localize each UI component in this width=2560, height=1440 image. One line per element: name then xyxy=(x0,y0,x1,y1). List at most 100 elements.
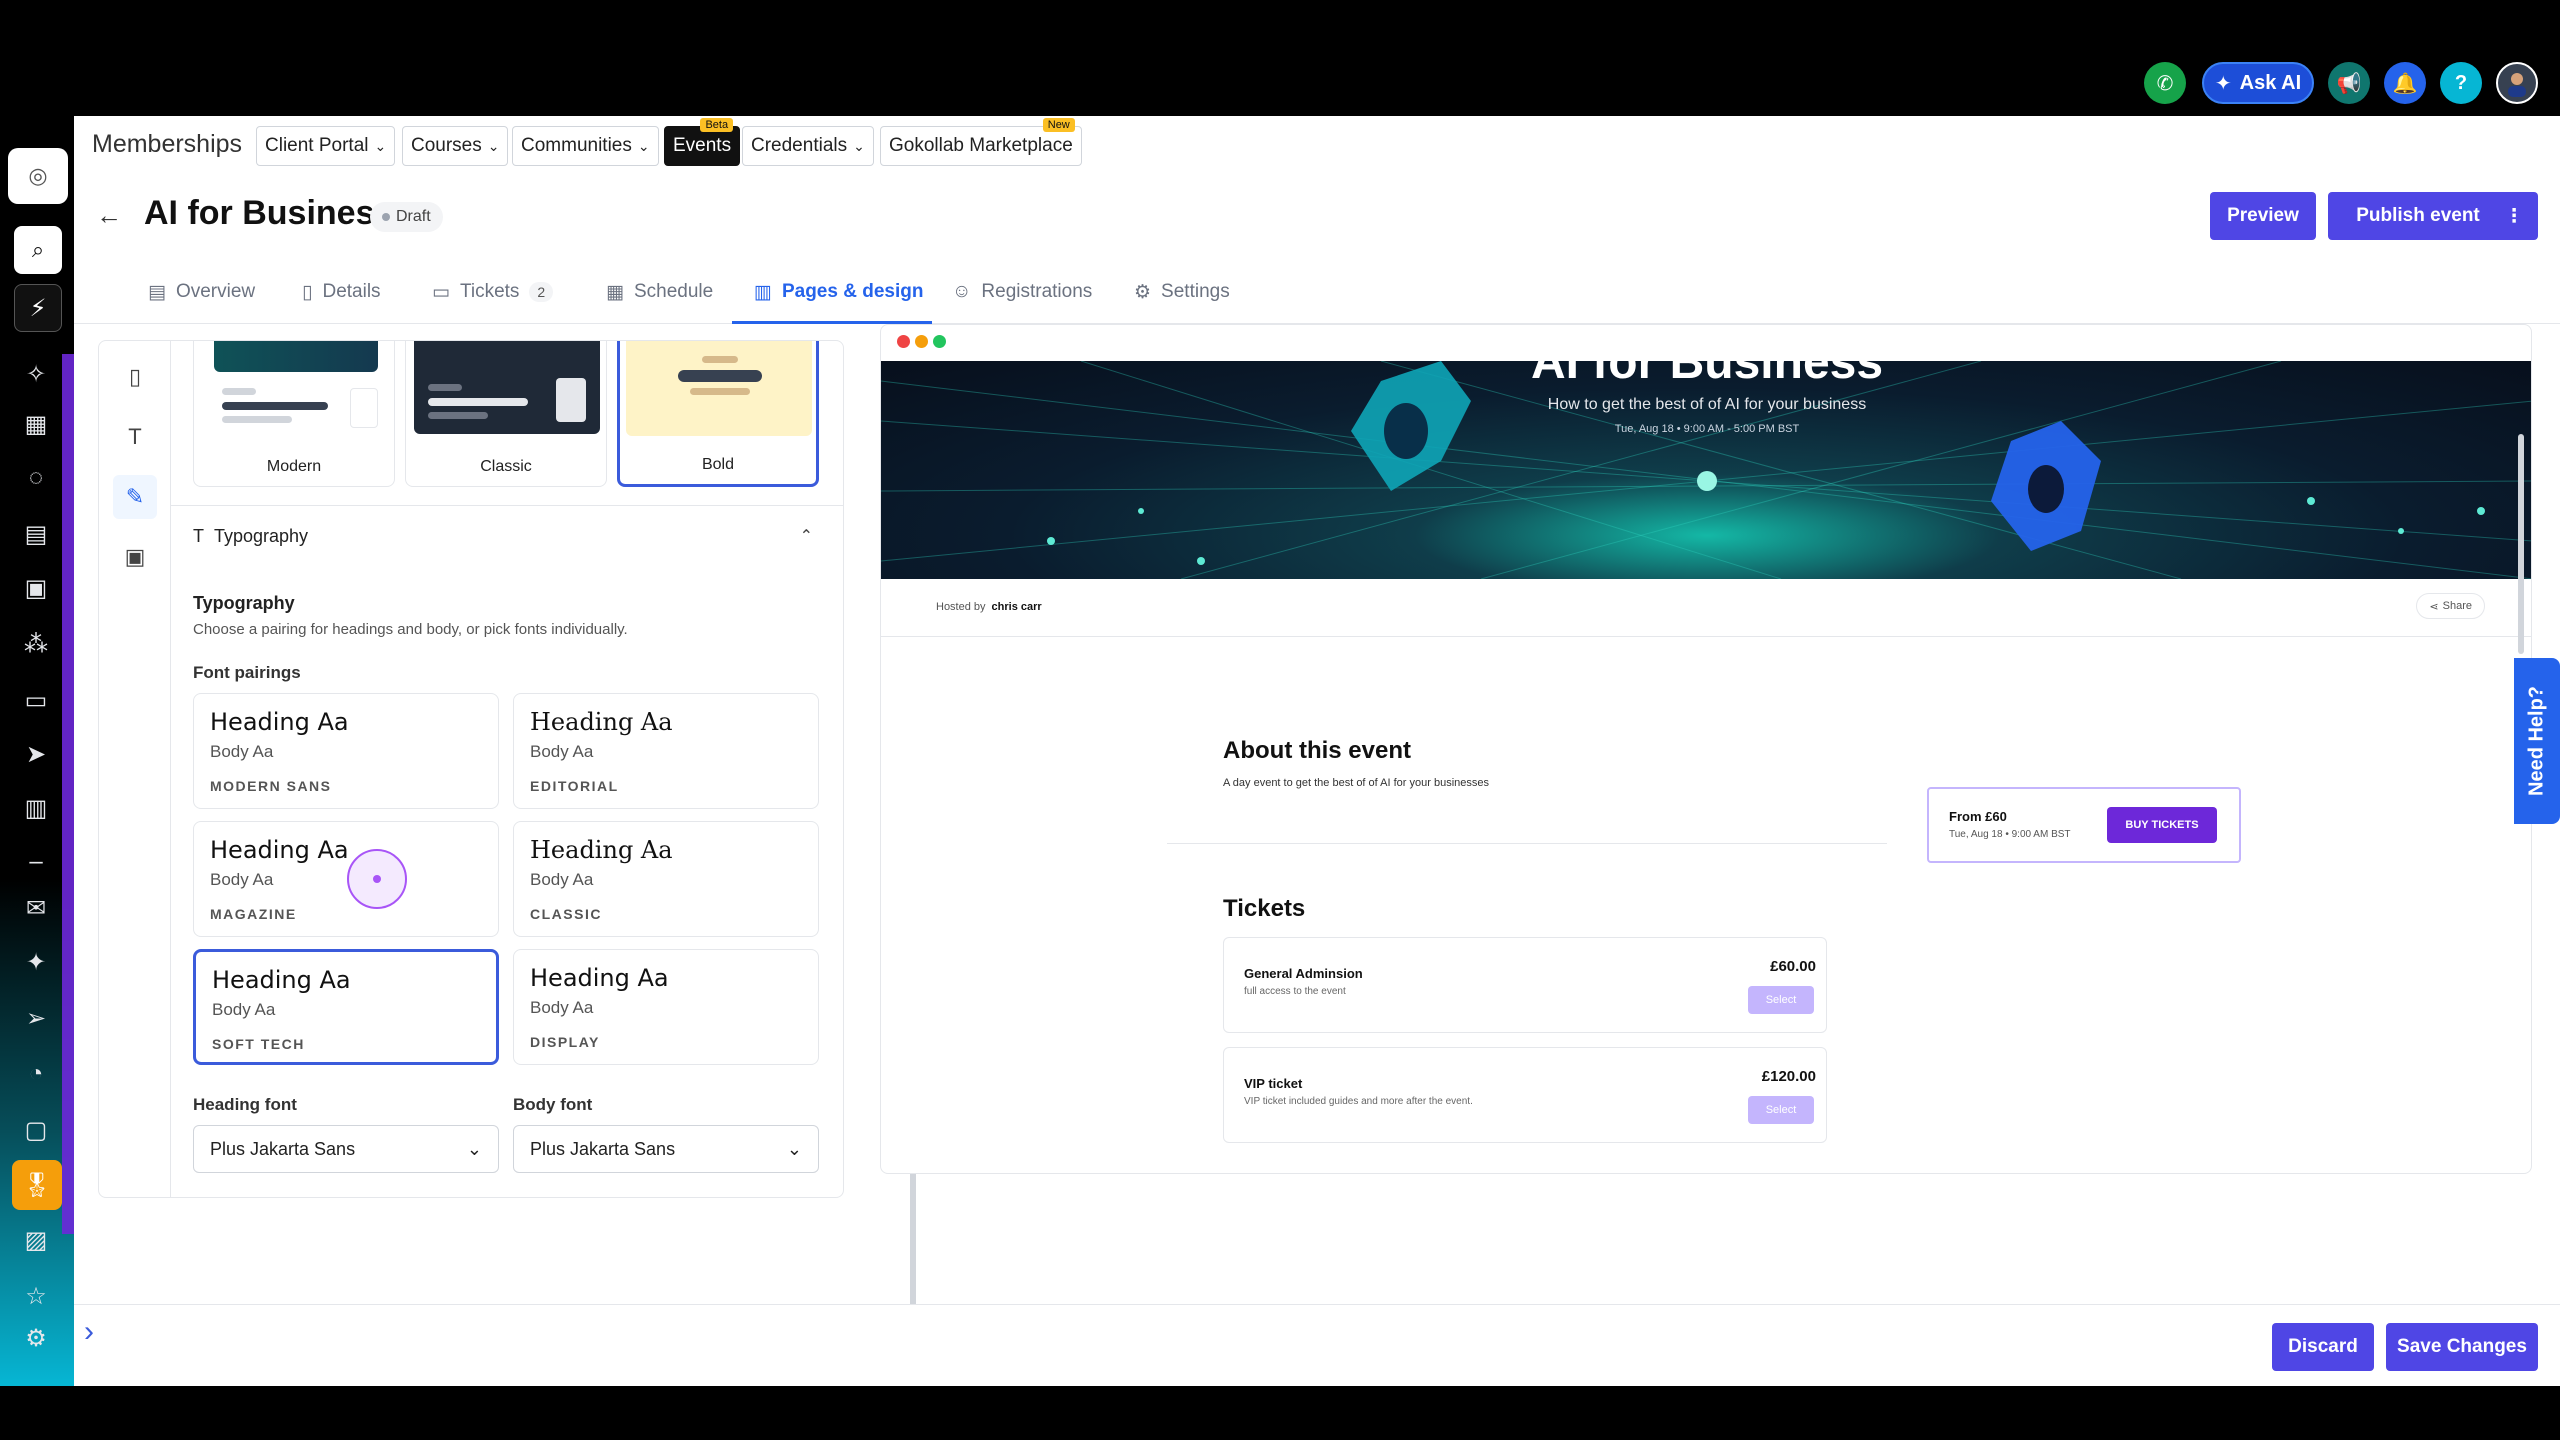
publish-event-button[interactable]: Publish event xyxy=(2328,192,2508,240)
body-font-select[interactable]: Plus Jakarta Sans ⌄ xyxy=(513,1125,819,1173)
chevron-down-icon: ⌄ xyxy=(786,1138,802,1159)
text-icon[interactable]: T xyxy=(113,415,157,459)
pairing-soft-tech[interactable]: Heading Aa Body Aa SOFT TECH xyxy=(193,949,499,1065)
pairing-name: MODERN SANS xyxy=(210,778,332,794)
preview-button[interactable]: Preview xyxy=(2210,192,2316,240)
contacts-icon[interactable]: ▣ xyxy=(20,572,52,604)
settings-gear-icon[interactable]: ⚙ xyxy=(20,1322,52,1354)
bell-icon[interactable]: 🔔 xyxy=(2384,62,2426,104)
back-arrow-icon[interactable]: ← xyxy=(96,200,122,231)
memberships-icon[interactable]: 🎖 xyxy=(12,1160,62,1210)
media-icon[interactable]: ▨ xyxy=(20,1224,52,1256)
theme-card-modern[interactable]: Modern xyxy=(193,341,395,487)
theme-thumbnail xyxy=(202,341,388,434)
ai-agents-icon[interactable]: ✦ xyxy=(20,946,52,978)
buy-tickets-button[interactable]: BUY TICKETS xyxy=(2107,807,2217,843)
pairing-body: Body Aa xyxy=(530,870,594,889)
ask-ai-label: Ask AI xyxy=(2239,71,2302,94)
nav-gokollab-marketplace[interactable]: Gokollab Marketplace New xyxy=(880,118,1082,166)
star-icon[interactable]: ☆ xyxy=(20,1280,52,1312)
tab-tickets[interactable]: ▭ Tickets 2 xyxy=(432,270,554,314)
nav-credentials[interactable]: Credentials ⌄ xyxy=(742,126,874,166)
pairing-body: Body Aa xyxy=(530,998,594,1017)
nav-events[interactable]: Events Beta xyxy=(664,118,741,166)
ticket-name: VIP ticket xyxy=(1244,1076,1303,1091)
chevron-right-icon[interactable]: › xyxy=(84,1315,94,1349)
help-icon[interactable]: ? xyxy=(2440,62,2482,104)
nav-client-portal[interactable]: Client Portal ⌄ xyxy=(256,126,396,166)
page-icon[interactable]: ▯ xyxy=(113,355,157,399)
dashboard-icon[interactable]: ▦ xyxy=(20,408,52,440)
ticket-select-button[interactable]: Select xyxy=(1748,1096,1814,1124)
chevron-up-icon[interactable]: ⌃ xyxy=(800,526,813,546)
more-options-button[interactable]: ⋮ xyxy=(2490,192,2538,240)
tab-pages-design[interactable]: ▥ Pages & design xyxy=(754,270,923,314)
pairing-classic[interactable]: Heading Aa Body Aa CLASSIC xyxy=(513,821,819,937)
chevron-down-icon: ⌄ xyxy=(466,1138,482,1159)
ticket-card: VIP ticket VIP ticket included guides an… xyxy=(1223,1047,1827,1143)
automation-icon[interactable]: ◔ xyxy=(20,1058,52,1090)
send-icon[interactable]: ➤ xyxy=(20,738,52,770)
design-panel: ▯ T ✎ ▣ Modern Classic Bold T Typography… xyxy=(98,340,844,1198)
search-icon[interactable]: ⌕ xyxy=(14,226,62,274)
marketing-icon[interactable]: ➢ xyxy=(20,1002,52,1034)
megaphone-icon[interactable]: 📢 xyxy=(2328,62,2370,104)
ticket-description: full access to the event xyxy=(1244,986,1346,997)
phone-icon[interactable]: ✆ xyxy=(2144,62,2186,104)
pairing-display[interactable]: Heading Aa Body Aa DISPLAY xyxy=(513,949,819,1065)
avatar[interactable] xyxy=(2496,62,2538,104)
tab-overview[interactable]: ▤ Overview xyxy=(148,270,255,314)
new-badge: New xyxy=(1042,118,1075,132)
calendar-icon[interactable]: ▤ xyxy=(20,518,52,550)
pairing-body: Body Aa xyxy=(210,870,274,889)
text-icon: T xyxy=(193,526,204,546)
ticket-price: £120.00 xyxy=(1761,1068,1816,1085)
typography-section-header[interactable]: T Typography ⌃ xyxy=(171,505,843,571)
theme-card-classic[interactable]: Classic xyxy=(405,341,607,487)
tab-settings[interactable]: ⚙ Settings xyxy=(1134,270,1230,314)
chevron-down-icon: ⌄ xyxy=(637,137,650,154)
payments-icon[interactable]: ▭ xyxy=(20,684,52,716)
pairing-editorial[interactable]: Heading Aa Body Aa EDITORIAL xyxy=(513,693,819,809)
discard-button[interactable]: Discard xyxy=(2272,1323,2374,1371)
ticket-card: General Adminsion full access to the eve… xyxy=(1223,937,1827,1033)
sparkles-icon[interactable]: ✧ xyxy=(20,358,52,390)
page-scrollbar[interactable] xyxy=(2518,434,2524,654)
pairing-modern-sans[interactable]: Heading Aa Body Aa MODERN SANS xyxy=(193,693,499,809)
bolt-icon[interactable]: ⚡ xyxy=(14,284,62,332)
panel-body: Modern Classic Bold T Typography ⌃ Typog… xyxy=(171,341,843,1197)
chat-icon[interactable]: ◌ xyxy=(20,462,52,494)
nav-label: Courses xyxy=(411,135,482,156)
save-changes-button[interactable]: Save Changes xyxy=(2386,1323,2538,1371)
sites-icon[interactable]: ▢ xyxy=(20,1114,52,1146)
body-font-label: Body font xyxy=(513,1095,593,1114)
reports-icon[interactable]: ▥ xyxy=(20,792,52,824)
embed-icon[interactable]: ▣ xyxy=(113,535,157,579)
pairing-heading: Heading Aa xyxy=(530,708,673,736)
overview-icon: ▤ xyxy=(148,281,166,303)
pairing-magazine[interactable]: Heading Aa Body Aa MAGAZINE xyxy=(193,821,499,937)
need-help-button[interactable]: Need Help? xyxy=(2514,658,2560,824)
tab-registrations[interactable]: ☺ Registrations xyxy=(952,270,1092,314)
price-from: From £60 xyxy=(1949,809,2007,824)
tab-label: Details xyxy=(322,281,381,302)
tab-label: Schedule xyxy=(633,281,714,302)
share-button[interactable]: ⋖ Share xyxy=(2416,593,2485,619)
brush-icon[interactable]: ✎ xyxy=(113,475,157,519)
nav-courses[interactable]: Courses ⌄ xyxy=(402,126,509,166)
heading-font-select[interactable]: Plus Jakarta Sans ⌄ xyxy=(193,1125,499,1173)
nav-communities[interactable]: Communities ⌄ xyxy=(512,126,659,166)
ask-ai-button[interactable]: ✦ Ask AI xyxy=(2202,62,2314,104)
ticket-select-button[interactable]: Select xyxy=(1748,986,1814,1014)
section-title: Memberships xyxy=(92,130,243,158)
theme-card-bold[interactable]: Bold xyxy=(617,341,819,487)
tab-schedule[interactable]: ▦ Schedule xyxy=(606,270,713,314)
account-switcher-icon[interactable]: ◎ xyxy=(8,148,68,204)
network-icon[interactable]: ⁂ xyxy=(20,628,52,660)
reviews-icon[interactable]: ✉ xyxy=(20,892,52,924)
tab-details[interactable]: ▯ Details xyxy=(302,270,381,314)
event-page-preview: AI for Business How to get the best of o… xyxy=(880,324,2532,1174)
window-maximize-dot xyxy=(933,335,946,348)
host-row: Hosted by chris carr ⋖ Share xyxy=(881,579,2531,637)
typography-description: Choose a pairing for headings and body, … xyxy=(193,621,628,638)
